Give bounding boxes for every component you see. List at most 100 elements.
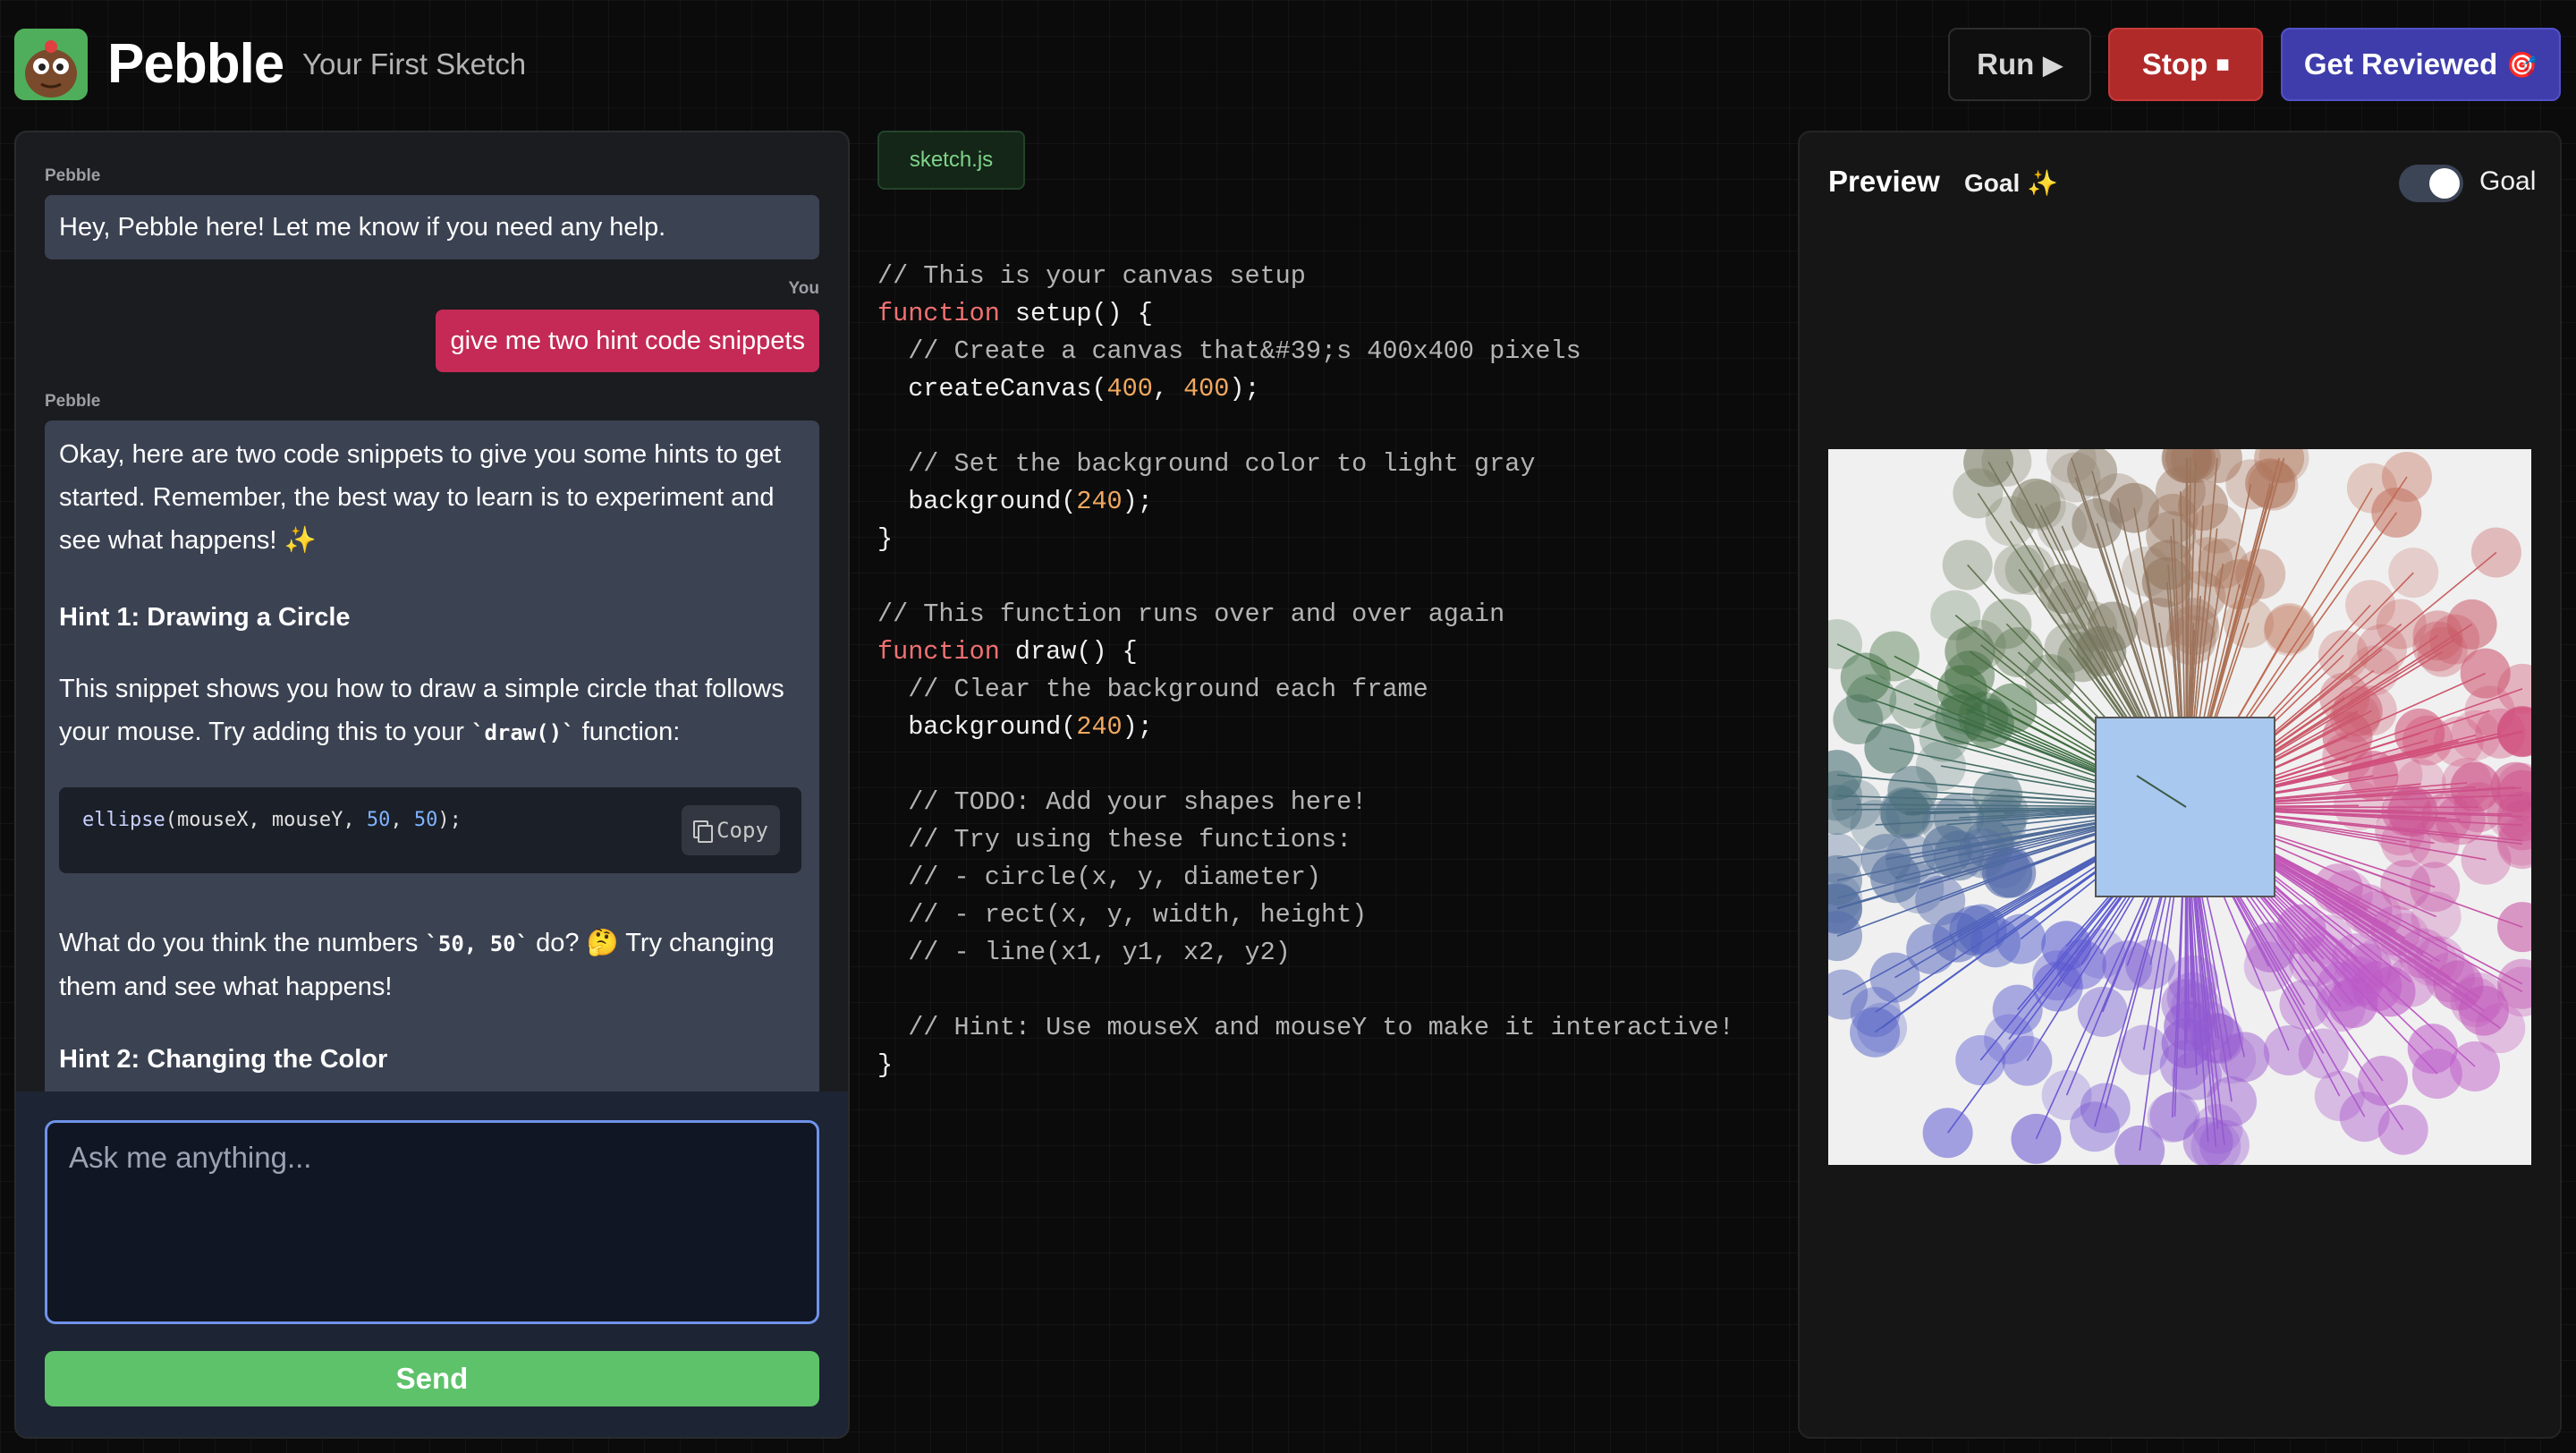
- top-bar: Pebble Your First Sketch Run ▶ Stop ⏹ Ge…: [0, 0, 2576, 129]
- sketch-circle: [2168, 598, 2219, 649]
- sketch-circle: [1930, 590, 1981, 641]
- canvas-drawing: [1828, 449, 2531, 1165]
- code-token-plain: );: [1229, 374, 1260, 404]
- code-token-comment: // - line(x1, y1, x2, y2): [877, 938, 1291, 967]
- sketch-circle: [2161, 979, 2212, 1030]
- code-line: background(240);: [877, 709, 1772, 746]
- code-editor[interactable]: // This is your canvas setup function set…: [877, 258, 1772, 1099]
- sketch-circle: [2345, 580, 2396, 631]
- code-line: // - rect(x, y, width, height): [877, 896, 1772, 934]
- sketch-circle: [1970, 917, 2021, 968]
- code-line: function setup() {: [877, 295, 1772, 333]
- copy-icon: [693, 820, 714, 843]
- code-token-comment: // - circle(x, y, diameter): [877, 862, 1321, 892]
- code-token-comment: // Create a canvas that&#39;s 400x400 pi…: [877, 336, 1581, 366]
- code-token-num: 240: [1076, 487, 1123, 516]
- code-token-kw: function: [877, 637, 1000, 667]
- target-icon: 🎯: [2506, 50, 2538, 79]
- code-line: // TODO: Add your shapes here!: [877, 784, 1772, 821]
- run-button-label: Run: [1977, 47, 2035, 81]
- goal-toggle-label: Goal: [2479, 166, 2537, 196]
- stop-button[interactable]: Stop ⏹: [2108, 28, 2263, 101]
- sketch-circle: [2076, 625, 2127, 676]
- code-token-plain: );: [1122, 712, 1153, 742]
- sketch-circle: [2147, 1092, 2198, 1143]
- send-button-label: Send: [395, 1362, 469, 1395]
- get-reviewed-button[interactable]: Get Reviewed 🎯: [2281, 28, 2561, 101]
- code-token-comment: // - rect(x, y, width, height): [877, 900, 1368, 930]
- code-args: (mouseX, mouseY,: [165, 809, 367, 831]
- sketch-circle: [2332, 686, 2383, 737]
- sketch-circle: [1984, 1014, 2035, 1065]
- chat-input[interactable]: [45, 1120, 819, 1324]
- copy-button[interactable]: Copy: [682, 805, 780, 855]
- sketch-circle: [2411, 891, 2462, 942]
- code-token-comment: // TODO: Add your shapes here!: [877, 787, 1368, 817]
- hint-2-title: Hint 2: Changing the Color: [59, 1045, 388, 1074]
- sketch-circle: [2371, 487, 2422, 538]
- code-number: 50: [366, 809, 391, 831]
- code-token-plain: background(: [877, 712, 1077, 742]
- inline-code: `draw()`: [471, 720, 575, 745]
- code-line: }: [877, 1047, 1772, 1084]
- code-token-plain: }: [877, 1050, 894, 1080]
- sketch-circle: [2388, 548, 2439, 599]
- code-line: // - line(x1, y1, x2, y2): [877, 934, 1772, 972]
- sketch-circle: [1860, 834, 1911, 885]
- code-token-comment: // Set the background color to light gra…: [877, 449, 1536, 479]
- play-icon: ▶: [2043, 50, 2063, 79]
- sketch-circle: [2032, 950, 2083, 1001]
- question-text-a: What do you think the numbers: [59, 929, 426, 957]
- sketch-circle: [2122, 546, 2173, 597]
- code-token-comment: // Clear the background each frame: [877, 675, 1428, 704]
- code-token-plain: createCanvas(: [877, 374, 1107, 404]
- code-line: function draw() {: [877, 633, 1772, 671]
- code-token-plain: draw() {: [999, 637, 1138, 667]
- sketch-circle: [2298, 1028, 2349, 1079]
- hint-1-text-b: function:: [574, 718, 681, 746]
- sketch-canvas[interactable]: [1828, 449, 2531, 1165]
- code-token-comment: // Try using these functions:: [877, 825, 1352, 854]
- sketch-circle: [2435, 794, 2486, 845]
- sketch-circle: [1833, 694, 1884, 745]
- sketch-circle: [2497, 902, 2531, 953]
- user-message: give me two hint code snippets: [436, 310, 819, 372]
- get-reviewed-label: Get Reviewed: [2303, 47, 2498, 81]
- code-token-plain: );: [1122, 487, 1153, 516]
- code-line: background(240);: [877, 483, 1772, 521]
- sketch-circle: [2475, 1003, 2526, 1054]
- code-separator: ,: [390, 809, 414, 831]
- sketch-circle: [1994, 544, 2045, 595]
- hint-1-question: What do you think the numbers `50, 50` d…: [59, 922, 805, 1008]
- send-button[interactable]: Send: [45, 1351, 819, 1406]
- sketch-circle: [1993, 627, 2044, 678]
- code-line: // Clear the background each frame: [877, 671, 1772, 709]
- code-token-num: 400: [1183, 374, 1230, 404]
- sketch-circle: [2380, 817, 2431, 868]
- code-line: // This is your canvas setup: [877, 258, 1772, 295]
- sender-label: Pebble: [45, 392, 101, 411]
- sketch-circle: [2207, 1076, 2258, 1127]
- message-text: give me two hint code snippets: [450, 327, 805, 355]
- toggle-knob: [2429, 168, 2460, 199]
- code-token-num: 400: [1106, 374, 1153, 404]
- message-intro: Okay, here are two code snippets to give…: [59, 440, 782, 555]
- goal-toggle[interactable]: [2399, 165, 2463, 202]
- inline-code: `50, 50`: [425, 931, 530, 956]
- code-function: ellipse: [82, 809, 165, 831]
- code-number: 50: [413, 809, 438, 831]
- sketch-circle: [2412, 610, 2463, 661]
- code-token-comment: // This function runs over and over agai…: [877, 599, 1505, 629]
- sketch-circle: [2010, 478, 2061, 529]
- chat-panel: Pebble Hey, Pebble here! Let me know if …: [14, 131, 850, 1439]
- sketch-circle: [2191, 503, 2242, 554]
- message-text: Hey, Pebble here! Let me know if you nee…: [59, 213, 666, 242]
- chat-messages[interactable]: Pebble Hey, Pebble here! Let me know if …: [16, 132, 848, 1092]
- assistant-message: Hey, Pebble here! Let me know if you nee…: [45, 195, 819, 259]
- preview-panel: Preview Goal ✨ Goal: [1798, 131, 2562, 1439]
- run-button[interactable]: Run ▶: [1948, 28, 2091, 101]
- tab-sketch-js[interactable]: sketch.js: [877, 131, 1025, 190]
